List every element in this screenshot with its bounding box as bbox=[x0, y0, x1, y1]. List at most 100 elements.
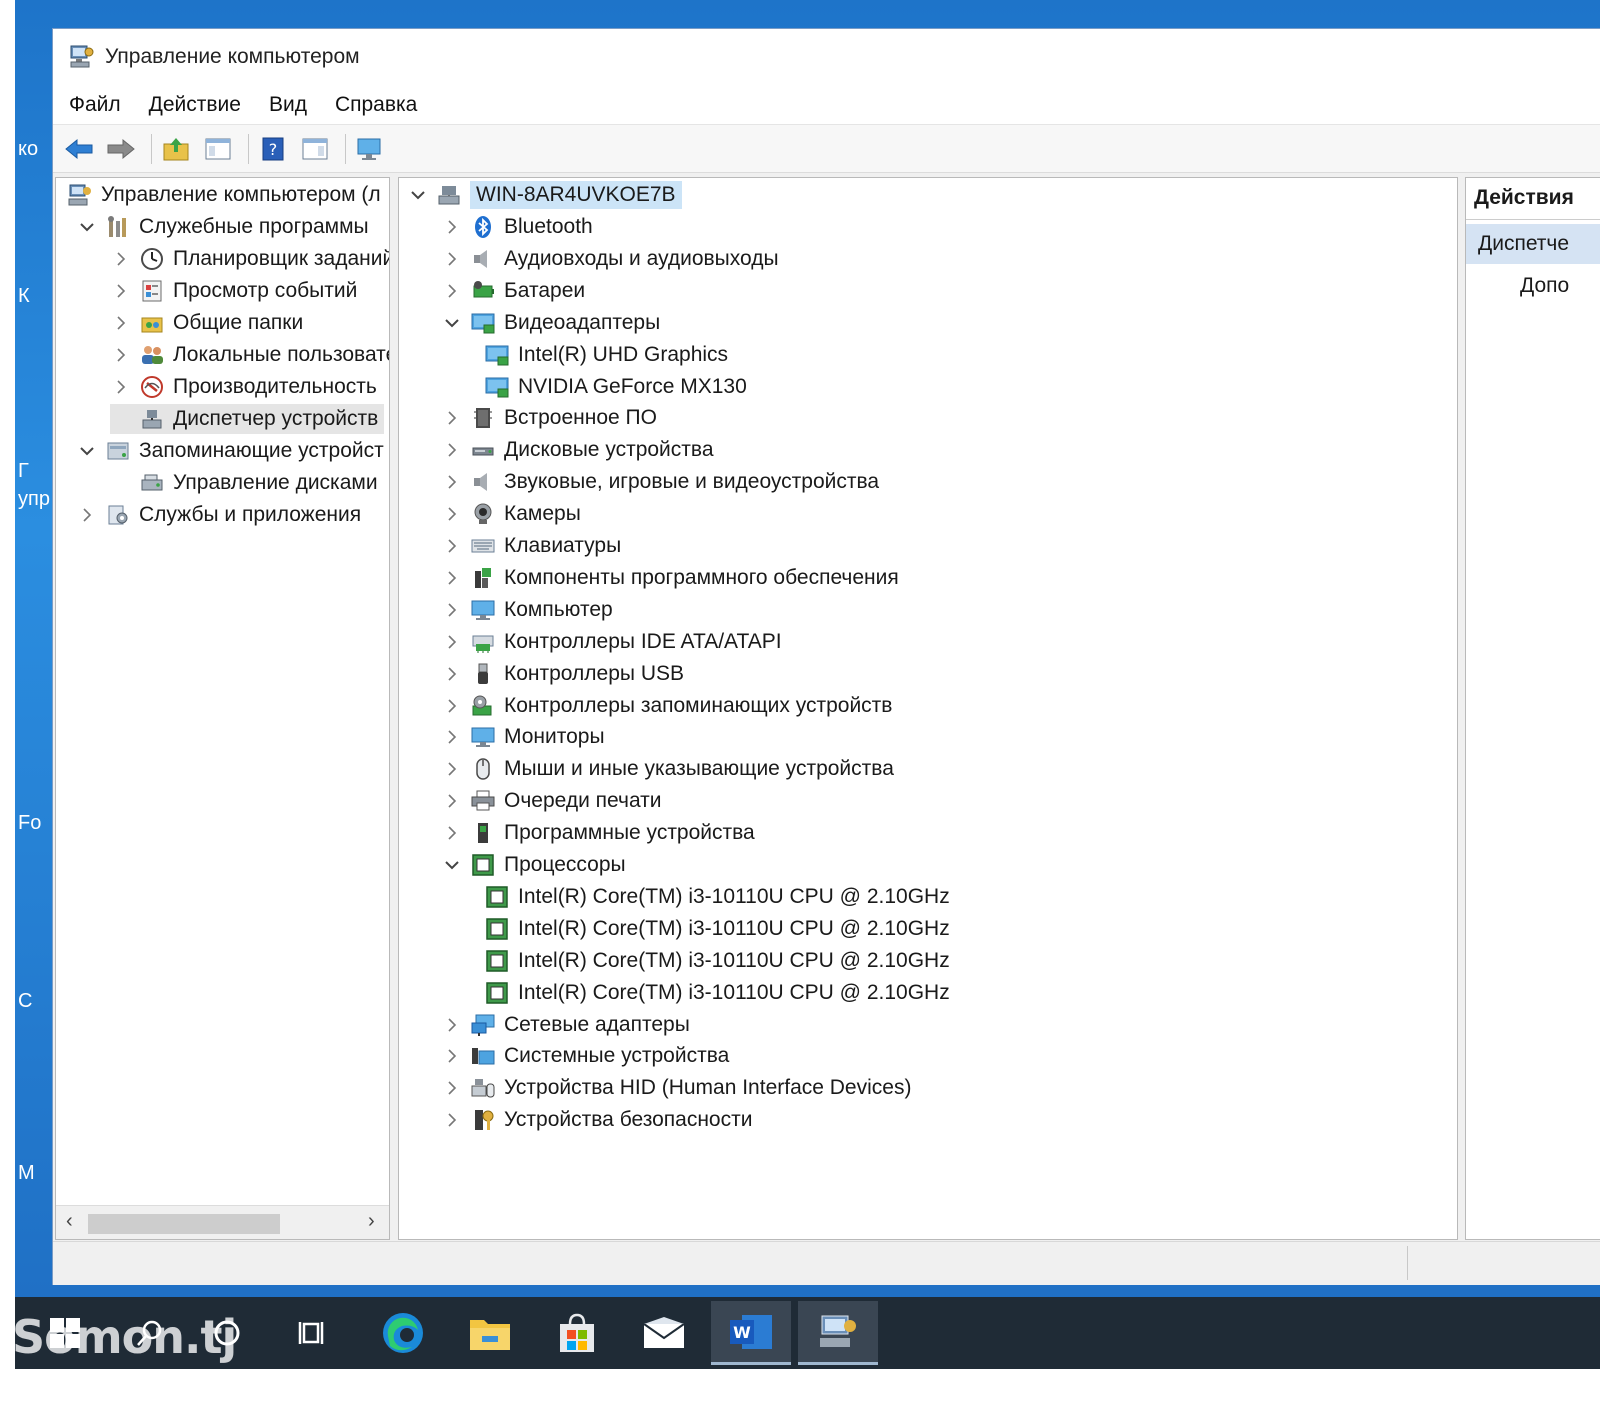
chevron-right-icon[interactable] bbox=[443, 633, 461, 651]
tree-expander[interactable] bbox=[76, 216, 98, 238]
chevron-down-icon[interactable] bbox=[78, 442, 96, 460]
actions-more-item[interactable]: Допо bbox=[1466, 264, 1600, 298]
tree-expander[interactable] bbox=[441, 1109, 463, 1131]
tree-expander[interactable] bbox=[441, 1014, 463, 1036]
device-item[interactable]: Intel(R) Core(TM) i3-10110U CPU @ 2.10GH… bbox=[477, 914, 950, 944]
console-tree-item[interactable]: Управление компьютером (л bbox=[60, 180, 381, 210]
device-item[interactable]: Intel(R) Core(TM) i3-10110U CPU @ 2.10GH… bbox=[477, 882, 950, 912]
device-category[interactable]: Контроллеры запоминающих устройств bbox=[441, 691, 892, 721]
menu-file[interactable]: Файл bbox=[69, 93, 121, 117]
tree-expander[interactable] bbox=[441, 312, 463, 334]
device-category[interactable]: Мониторы bbox=[441, 722, 605, 752]
store-taskbar-button[interactable] bbox=[537, 1301, 617, 1365]
horizontal-scrollbar[interactable]: ‹ › bbox=[56, 1205, 389, 1239]
chevron-right-icon[interactable] bbox=[443, 824, 461, 842]
device-item[interactable]: NVIDIA GeForce MX130 bbox=[477, 372, 747, 402]
device-category[interactable]: Камеры bbox=[441, 499, 581, 529]
edge-taskbar-button[interactable] bbox=[363, 1301, 443, 1365]
tree-expander[interactable] bbox=[441, 503, 463, 525]
tree-expander[interactable] bbox=[76, 440, 98, 462]
device-category[interactable]: Встроенное ПО bbox=[441, 403, 657, 433]
chevron-right-icon[interactable] bbox=[78, 506, 96, 524]
tree-expander[interactable] bbox=[441, 280, 463, 302]
scrollbar-thumb[interactable] bbox=[88, 1214, 280, 1234]
scroll-right-arrow-icon[interactable]: › bbox=[368, 1210, 375, 1233]
device-category[interactable]: Дисковые устройства bbox=[441, 435, 714, 465]
help-button[interactable]: ? bbox=[255, 131, 291, 167]
show-hide-tree-button[interactable] bbox=[200, 131, 236, 167]
console-tree-item[interactable]: Просмотр событий bbox=[110, 276, 357, 306]
chevron-right-icon[interactable] bbox=[443, 1047, 461, 1065]
show-action-pane-button[interactable] bbox=[297, 131, 333, 167]
mail-taskbar-button[interactable] bbox=[624, 1301, 704, 1365]
tree-expander[interactable] bbox=[441, 631, 463, 653]
device-item[interactable]: Intel(R) UHD Graphics bbox=[477, 340, 728, 370]
device-category[interactable]: Bluetooth bbox=[441, 212, 593, 242]
chevron-right-icon[interactable] bbox=[112, 346, 130, 364]
chevron-right-icon[interactable] bbox=[443, 409, 461, 427]
chevron-right-icon[interactable] bbox=[443, 1111, 461, 1129]
device-category[interactable]: Сетевые адаптеры bbox=[441, 1010, 690, 1040]
tree-expander[interactable] bbox=[441, 1045, 463, 1067]
device-item[interactable]: Intel(R) Core(TM) i3-10110U CPU @ 2.10GH… bbox=[477, 978, 950, 1008]
chevron-right-icon[interactable] bbox=[443, 569, 461, 587]
tree-expander[interactable] bbox=[110, 280, 132, 302]
device-category[interactable]: Устройства HID (Human Interface Devices) bbox=[441, 1073, 911, 1103]
word-taskbar-button[interactable]: W bbox=[711, 1301, 791, 1365]
device-category[interactable]: Процессоры bbox=[441, 850, 626, 880]
menu-help[interactable]: Справка bbox=[335, 93, 417, 117]
tree-expander[interactable] bbox=[441, 822, 463, 844]
scan-hardware-button[interactable] bbox=[352, 131, 388, 167]
chevron-right-icon[interactable] bbox=[443, 473, 461, 491]
chevron-right-icon[interactable] bbox=[443, 665, 461, 683]
device-category[interactable]: Контроллеры USB bbox=[441, 659, 684, 689]
task-view-button[interactable] bbox=[273, 1301, 353, 1365]
tree-expander[interactable] bbox=[441, 567, 463, 589]
chevron-right-icon[interactable] bbox=[443, 1079, 461, 1097]
tree-expander[interactable] bbox=[441, 695, 463, 717]
device-item[interactable]: Intel(R) Core(TM) i3-10110U CPU @ 2.10GH… bbox=[477, 946, 950, 976]
device-category[interactable]: Компоненты программного обеспечения bbox=[441, 563, 899, 593]
console-tree-item[interactable]: Управление дисками bbox=[110, 468, 378, 498]
chevron-right-icon[interactable] bbox=[443, 218, 461, 236]
chevron-right-icon[interactable] bbox=[443, 760, 461, 778]
chevron-right-icon[interactable] bbox=[443, 505, 461, 523]
device-category[interactable]: Устройства безопасности bbox=[441, 1105, 752, 1135]
tree-expander[interactable] bbox=[110, 376, 132, 398]
forward-button[interactable] bbox=[103, 131, 139, 167]
tree-expander[interactable] bbox=[407, 184, 429, 206]
scroll-left-arrow-icon[interactable]: ‹ bbox=[66, 1210, 73, 1233]
tree-expander[interactable] bbox=[110, 312, 132, 334]
chevron-right-icon[interactable] bbox=[443, 282, 461, 300]
chevron-right-icon[interactable] bbox=[443, 601, 461, 619]
console-tree-item[interactable]: Планировщик заданий bbox=[110, 244, 389, 274]
device-category[interactable]: Компьютер bbox=[441, 595, 613, 625]
console-tree-item[interactable]: Общие папки bbox=[110, 308, 303, 338]
tree-expander[interactable] bbox=[441, 599, 463, 621]
device-category[interactable]: Очереди печати bbox=[441, 786, 662, 816]
menu-action[interactable]: Действие bbox=[149, 93, 241, 117]
tree-expander[interactable] bbox=[110, 344, 132, 366]
chevron-right-icon[interactable] bbox=[443, 537, 461, 555]
device-category[interactable]: Программные устройства bbox=[441, 818, 755, 848]
device-category[interactable]: Звуковые, игровые и видеоустройства bbox=[441, 467, 879, 497]
title-bar[interactable]: Управление компьютером bbox=[53, 29, 1600, 85]
device-category[interactable]: Клавиатуры bbox=[441, 531, 621, 561]
console-tree-item[interactable]: Диспетчер устройств bbox=[110, 404, 385, 434]
file-explorer-taskbar-button[interactable] bbox=[450, 1301, 530, 1365]
tree-expander[interactable] bbox=[441, 663, 463, 685]
up-folder-button[interactable] bbox=[158, 131, 194, 167]
chevron-right-icon[interactable] bbox=[112, 314, 130, 332]
device-category[interactable]: Контроллеры IDE ATA/ATAPI bbox=[441, 627, 782, 657]
computer-management-taskbar-button[interactable] bbox=[798, 1301, 878, 1365]
device-category[interactable]: Системные устройства bbox=[441, 1041, 729, 1071]
chevron-down-icon[interactable] bbox=[443, 314, 461, 332]
console-tree-item[interactable]: Производительность bbox=[110, 372, 377, 402]
tree-expander[interactable] bbox=[76, 504, 98, 526]
device-category[interactable]: Мыши и иные указывающие устройства bbox=[441, 754, 894, 784]
chevron-right-icon[interactable] bbox=[443, 792, 461, 810]
tree-expander[interactable] bbox=[441, 758, 463, 780]
chevron-down-icon[interactable] bbox=[409, 186, 427, 204]
tree-expander[interactable] bbox=[441, 407, 463, 429]
device-category[interactable]: Батареи bbox=[441, 276, 585, 306]
